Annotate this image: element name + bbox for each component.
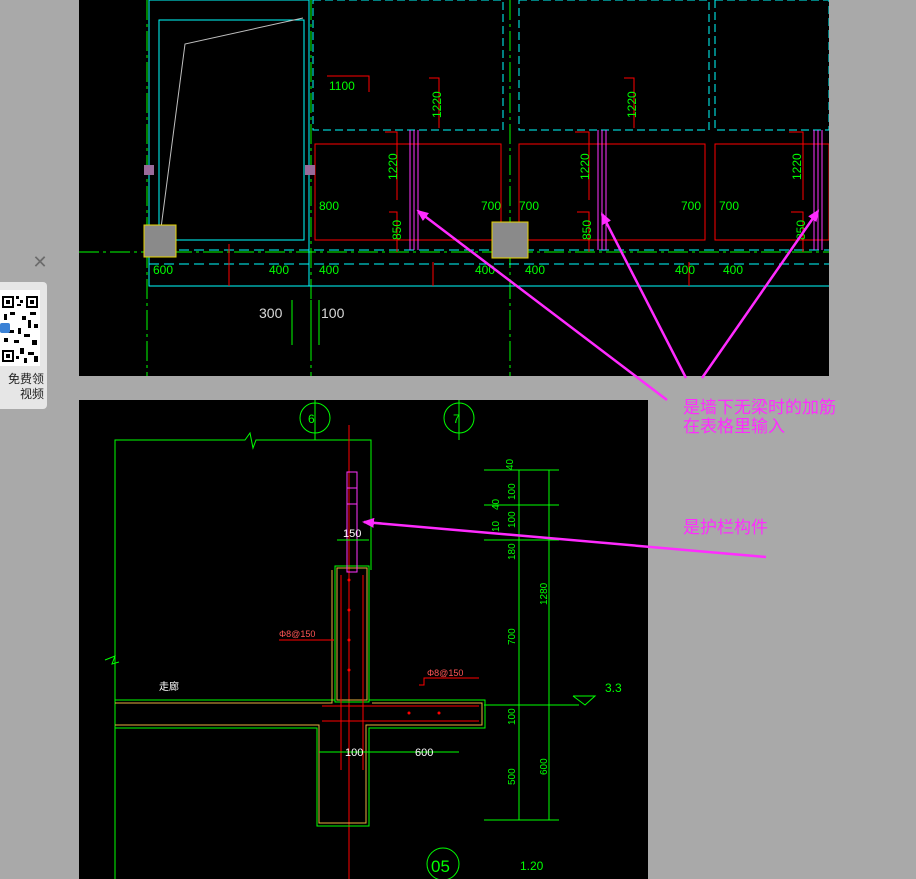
floor-plan-drawing[interactable]: 1100 1220 1220 1220 1220 1220 800 700 70… <box>79 0 829 376</box>
qr-caption-line2: 视频 <box>19 387 44 401</box>
dim-700: 700 <box>519 199 539 213</box>
dim-1220: 1220 <box>625 91 639 118</box>
plan-canvas: 1100 1220 1220 1220 1220 1220 800 700 70… <box>79 0 829 376</box>
vdim-100: 100 <box>507 708 518 725</box>
rebar-note-line2: 在表格里输入 <box>683 417 785 437</box>
vdim-500: 500 <box>507 768 518 785</box>
qr-code-icon <box>0 290 40 366</box>
dim-400: 400 <box>475 263 495 277</box>
dim-400: 400 <box>269 263 289 277</box>
dim-700: 700 <box>681 199 701 213</box>
dim-1220: 1220 <box>386 153 400 180</box>
qr-promo-panel[interactable]: 免费领 视频 <box>0 282 47 409</box>
dim-100: 100 <box>321 305 345 321</box>
dim-400: 400 <box>675 263 695 277</box>
dim-700: 700 <box>481 199 501 213</box>
dim-1100: 1100 <box>329 79 355 93</box>
detail-number: 05 <box>431 857 450 876</box>
drawing-scale: 1.20 <box>520 859 544 873</box>
railing-note: 是护栏构件 <box>683 518 768 538</box>
axis-label-6: 6 <box>308 412 315 426</box>
corridor-label: 走廊 <box>159 680 179 693</box>
rebar-label: Φ8@150 <box>427 668 463 678</box>
vdim-180: 180 <box>507 543 518 560</box>
dim-300: 300 <box>259 305 283 321</box>
dim-1220: 1220 <box>578 153 592 180</box>
dim-150: 150 <box>343 528 361 540</box>
dim-1220: 1220 <box>790 153 804 180</box>
vdim-100: 100 <box>507 483 518 500</box>
dim-400: 400 <box>319 263 339 277</box>
rebar-label: Φ8@150 <box>279 629 315 639</box>
dim-600: 600 <box>153 263 173 277</box>
vdim-40: 40 <box>491 498 502 510</box>
dim-700: 700 <box>719 199 739 213</box>
vdim-1280: 1280 <box>539 582 550 605</box>
vdim-100: 100 <box>507 511 518 528</box>
vdim-40: 40 <box>505 458 516 470</box>
left-margin <box>0 0 58 879</box>
dim-400: 400 <box>723 263 743 277</box>
dim-1220: 1220 <box>430 91 444 118</box>
vdim-600: 600 <box>539 758 550 775</box>
close-icon[interactable]: ✕ <box>30 252 50 272</box>
dim-850: 850 <box>390 220 404 240</box>
vdim-700: 700 <box>507 628 518 645</box>
dim-850: 850 <box>794 220 808 240</box>
section-canvas: 6 7 05 1.20 150 走廊 3.3 100 600 40 40 100… <box>104 400 622 879</box>
railing-section-drawing[interactable]: 6 7 05 1.20 150 走廊 3.3 100 600 40 40 100… <box>79 400 648 879</box>
axis-label-7: 7 <box>453 412 460 426</box>
qr-caption-line1: 免费领 <box>7 372 44 386</box>
rebar-note-line1: 是墙下无梁时的加筋 <box>683 398 836 418</box>
rebar-note: 是墙下无梁时的加筋 在表格里输入 <box>683 399 836 437</box>
dim-800: 800 <box>319 199 339 213</box>
dim-400: 400 <box>525 263 545 277</box>
dim-600: 600 <box>415 747 433 759</box>
dim-100: 100 <box>345 747 363 759</box>
dim-850: 850 <box>580 220 594 240</box>
level-mark: 3.3 <box>605 681 622 695</box>
vdim-10: 10 <box>491 520 502 532</box>
